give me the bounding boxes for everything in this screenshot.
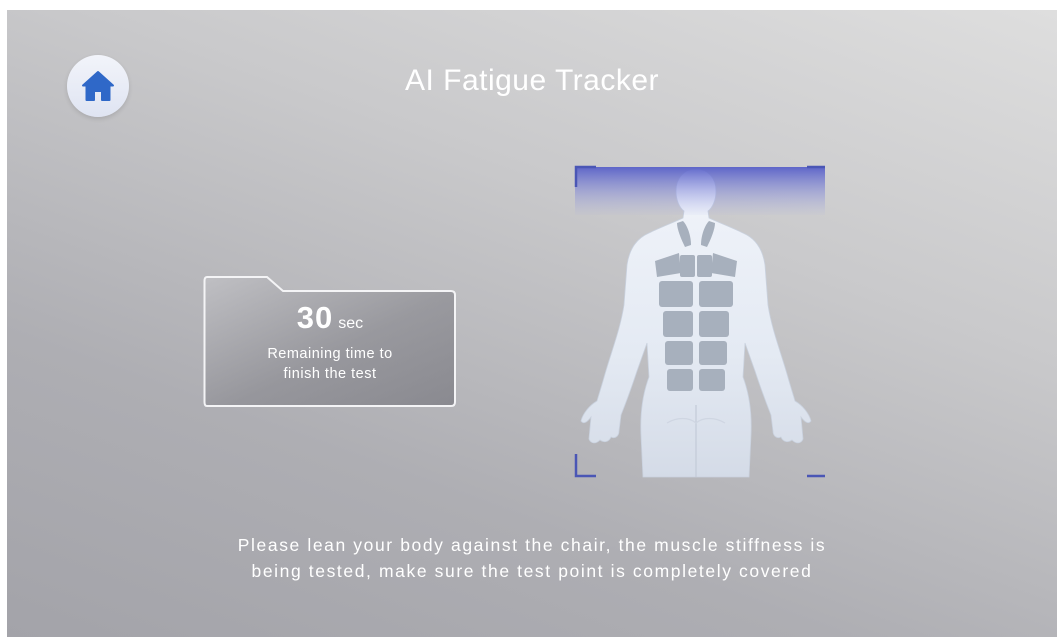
timer-caption-line1: Remaining time to [267,346,393,362]
timer-caption-line2: finish the test [283,366,377,382]
instruction-line2: being tested, make sure the test point i… [251,561,813,581]
fatigue-tracker-screen: AI Fatigue Tracker 30 sec Remaining time … [7,10,1057,637]
timer-unit: sec [338,315,364,332]
instruction-text: Please lean your body against the chair,… [7,532,1057,584]
scan-band [575,167,825,215]
timer-card: 30 sec Remaining time to finish the test [203,275,457,408]
instruction-line1: Please lean your body against the chair,… [237,535,827,555]
human-back-figure [580,168,812,478]
body-scan-diagram [574,165,825,478]
page-title: AI Fatigue Tracker [404,64,660,97]
timer-value: 30 [296,300,334,335]
timer-value-row: 30 sec [203,301,457,341]
timer-content: 30 sec Remaining time to finish the test [203,301,457,384]
